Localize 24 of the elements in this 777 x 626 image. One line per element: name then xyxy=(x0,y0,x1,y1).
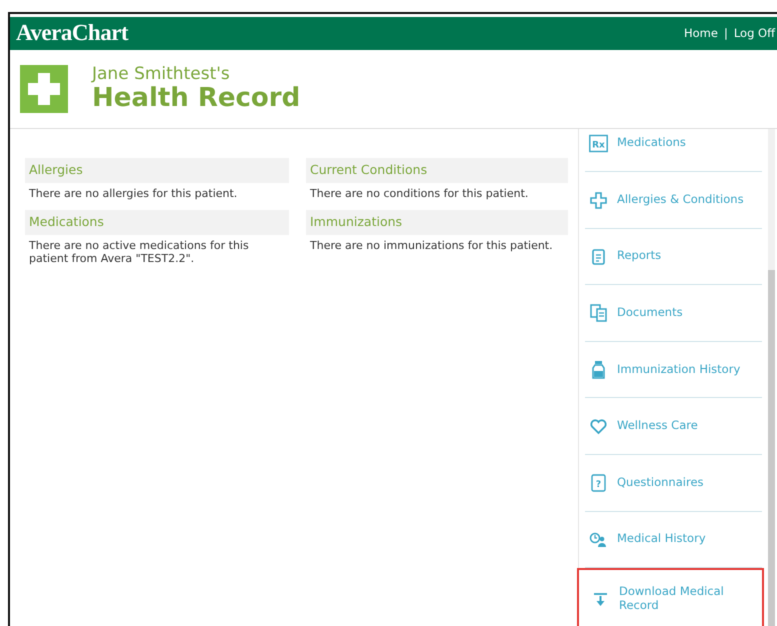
question-clipboard-icon: ? xyxy=(589,473,608,492)
section-heading: Immunizations xyxy=(306,210,568,235)
section-text: There are no allergies for this patient. xyxy=(28,186,238,200)
section-text: There are no active medications for this patient from Avera "TEST2.2". xyxy=(28,238,250,266)
rx-icon: Rx xyxy=(589,134,608,152)
clipboard-icon xyxy=(589,246,608,266)
header-link[interactable]: Home xyxy=(684,24,718,42)
heart-icon xyxy=(589,416,608,436)
cross-icon xyxy=(589,190,608,210)
page-title: Health Record xyxy=(92,84,300,113)
cross-icon xyxy=(20,65,68,113)
section-heading: Allergies xyxy=(25,158,289,183)
documents-icon xyxy=(589,303,608,322)
sidebar-item[interactable]: Medical History xyxy=(585,512,762,568)
section-text: There are no immunizations for this patient. xyxy=(309,238,554,252)
scrollbar[interactable] xyxy=(768,129,775,626)
logo: AveraChart xyxy=(16,19,128,48)
section-heading: Current Conditions xyxy=(306,158,568,183)
separator: | xyxy=(722,24,729,42)
sidebar-item[interactable]: Reports xyxy=(585,228,762,286)
header-link[interactable]: Log Off xyxy=(734,24,775,42)
section-heading: Medications xyxy=(25,210,289,235)
patient-name: Jane Smithtest's xyxy=(92,65,231,84)
section-text: There are no conditions for this patient. xyxy=(309,186,530,200)
